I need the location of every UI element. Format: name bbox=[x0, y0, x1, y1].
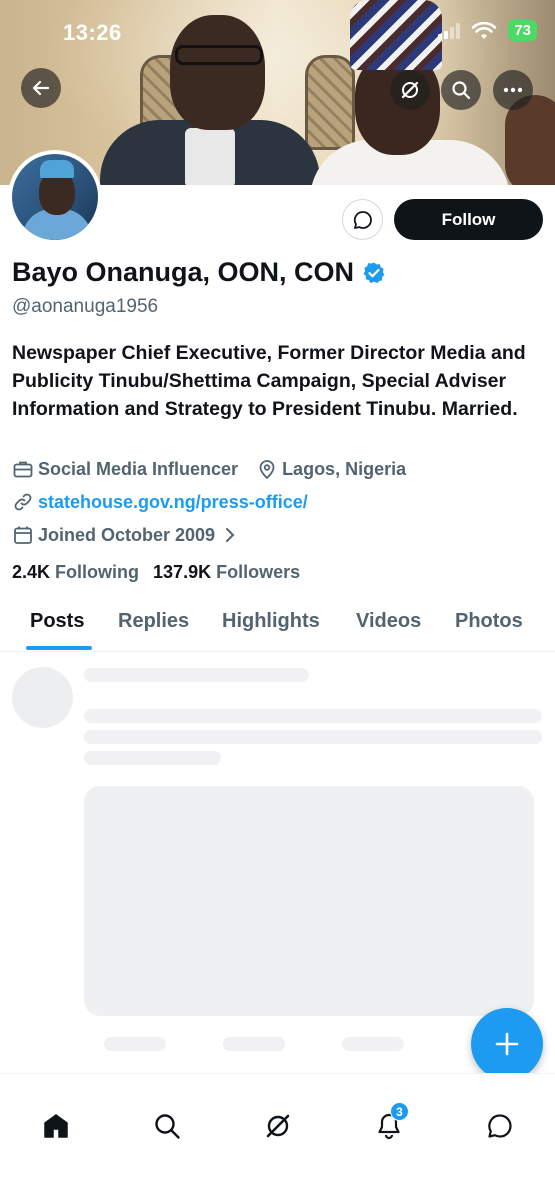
followers-stat[interactable]: 137.9K Followers bbox=[153, 562, 300, 583]
more-dots-icon bbox=[503, 87, 523, 93]
following-count: 2.4K bbox=[12, 562, 51, 582]
banner-person-head bbox=[170, 15, 265, 130]
grok-icon bbox=[266, 1114, 290, 1138]
skeleton-action bbox=[223, 1037, 285, 1051]
profile-meta-row: Social Media Influencer Lagos, Nigeria bbox=[12, 458, 406, 480]
arrow-left-icon bbox=[32, 80, 50, 96]
tab-videos[interactable]: Videos bbox=[356, 610, 421, 633]
bottom-navigation: 3 bbox=[0, 1073, 555, 1200]
skeleton-line bbox=[84, 668, 309, 682]
profile-tabs: Posts Replies Highlights Videos Photos bbox=[0, 600, 555, 652]
banner-person2-cap bbox=[350, 0, 442, 70]
back-button[interactable] bbox=[21, 68, 61, 108]
nav-messages[interactable] bbox=[480, 1106, 520, 1146]
notification-count-badge: 3 bbox=[390, 1102, 409, 1121]
profile-website-row: statehouse.gov.ng/press-office/ bbox=[12, 491, 308, 513]
plus-icon bbox=[495, 1032, 519, 1056]
battery-indicator: 73 bbox=[508, 20, 537, 41]
grok-button[interactable] bbox=[390, 70, 430, 110]
banner-person-shirt bbox=[185, 128, 235, 185]
avatar-cap bbox=[40, 160, 74, 178]
skeleton-action bbox=[342, 1037, 404, 1051]
signal-icon bbox=[438, 22, 461, 39]
profile-joined-row[interactable]: Joined October 2009 bbox=[12, 524, 245, 546]
skeleton-line bbox=[84, 730, 542, 744]
skeleton-line bbox=[84, 709, 542, 723]
wifi-icon bbox=[472, 21, 497, 39]
search-icon bbox=[155, 1114, 180, 1139]
verified-badge-icon[interactable] bbox=[362, 261, 386, 285]
profile-avatar[interactable] bbox=[8, 150, 102, 244]
profile-name-row: Bayo Onanuga, OON, CON bbox=[12, 257, 386, 288]
profile-name: Bayo Onanuga, OON, CON bbox=[12, 257, 355, 287]
tab-highlights[interactable]: Highlights bbox=[222, 610, 320, 633]
skeleton-media bbox=[84, 786, 534, 1016]
tab-photos[interactable]: Photos bbox=[455, 610, 523, 633]
tab-replies[interactable]: Replies bbox=[118, 610, 189, 633]
nav-home[interactable] bbox=[36, 1106, 76, 1146]
compose-post-button[interactable] bbox=[471, 1008, 543, 1080]
profile-stats: 2.4K Following 137.9K Followers bbox=[12, 562, 300, 583]
profile-website-link[interactable]: statehouse.gov.ng/press-office/ bbox=[38, 492, 308, 513]
messages-icon bbox=[488, 1114, 512, 1138]
more-button[interactable] bbox=[493, 70, 533, 110]
profile-location: Lagos, Nigeria bbox=[282, 458, 407, 479]
nav-search[interactable] bbox=[147, 1106, 187, 1146]
nav-grok[interactable] bbox=[258, 1106, 298, 1146]
banner-person-glasses bbox=[175, 45, 263, 65]
link-icon bbox=[12, 491, 34, 513]
skeleton-action bbox=[104, 1037, 166, 1051]
skeleton-avatar bbox=[12, 667, 73, 728]
followers-count: 137.9K bbox=[153, 562, 212, 582]
profile-joined: Joined October 2009 bbox=[38, 524, 216, 545]
skeleton-line bbox=[84, 751, 221, 765]
active-tab-indicator bbox=[26, 646, 92, 650]
status-time: 13:26 bbox=[63, 20, 122, 45]
profile-category[interactable]: Social Media Influencer bbox=[38, 459, 238, 480]
status-icons: 73 bbox=[438, 20, 537, 41]
profile-bio: Newspaper Chief Executive, Former Direct… bbox=[12, 342, 526, 420]
search-icon bbox=[452, 81, 471, 100]
following-stat[interactable]: 2.4K Following bbox=[12, 562, 139, 583]
home-icon bbox=[44, 1114, 68, 1138]
chevron-right-icon bbox=[219, 524, 241, 546]
message-bubble-icon bbox=[353, 210, 372, 229]
message-button[interactable] bbox=[342, 199, 383, 240]
profile-handle: @aonanuga1956 bbox=[12, 296, 159, 317]
tab-posts[interactable]: Posts bbox=[30, 610, 84, 633]
banner-window-right bbox=[305, 55, 355, 150]
grok-icon bbox=[401, 81, 419, 99]
briefcase-icon bbox=[12, 458, 34, 480]
nav-notifications[interactable]: 3 bbox=[369, 1102, 409, 1146]
location-pin-icon bbox=[256, 458, 278, 480]
search-button[interactable] bbox=[441, 70, 481, 110]
follow-button[interactable]: Follow bbox=[394, 199, 543, 240]
followers-label: Followers bbox=[216, 562, 301, 582]
following-label: Following bbox=[55, 562, 140, 582]
calendar-icon bbox=[12, 524, 34, 546]
